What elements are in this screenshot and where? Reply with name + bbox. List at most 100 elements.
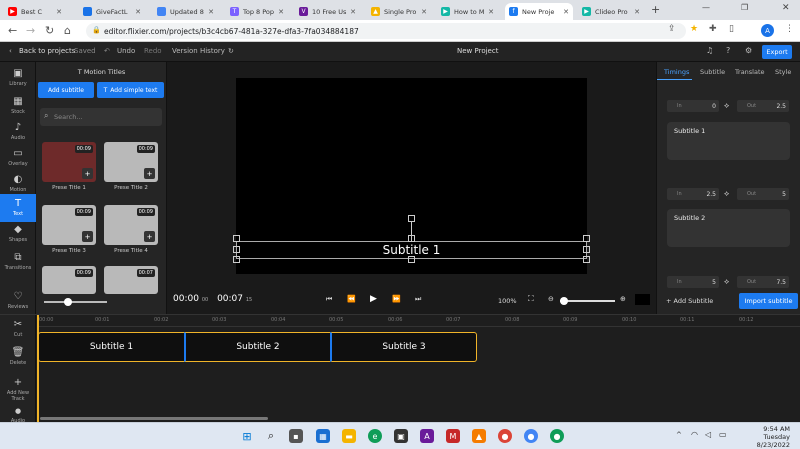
- time-ruler[interactable]: 00:00 00:01 00:02 00:03 00:04 00:05 00:0…: [37, 315, 800, 327]
- home-icon[interactable]: ⌂: [64, 24, 71, 37]
- profile-avatar[interactable]: A: [761, 24, 774, 37]
- rail-item-transitions[interactable]: ⧉ Transitions: [0, 248, 36, 276]
- clock[interactable]: 9:54 AM Tuesday 8/23/2022: [736, 425, 790, 449]
- panel-scroll-thumb[interactable]: [64, 298, 72, 306]
- timeline-clip[interactable]: Subtitle 2: [184, 332, 330, 362]
- cut-tool[interactable]: ✂ Cut: [0, 317, 36, 341]
- redo-button[interactable]: Redo: [144, 47, 162, 55]
- canvas-subtitle-text[interactable]: Subtitle 1: [236, 243, 587, 257]
- rail-item-audio[interactable]: ♪ Audio: [0, 118, 36, 146]
- motion-title-thumb[interactable]: 00:07: [104, 266, 158, 294]
- in-time-input[interactable]: In 2.5: [667, 188, 719, 200]
- extension-icon[interactable]: ✚: [709, 24, 717, 34]
- browser-tab[interactable]: ▶ Best C ✕: [4, 3, 66, 20]
- new-tab-icon[interactable]: +: [651, 3, 660, 16]
- resize-handle[interactable]: [583, 256, 590, 263]
- fullscreen-icon[interactable]: ⛶: [528, 294, 534, 304]
- skip-forward-icon[interactable]: ⏭: [415, 295, 421, 304]
- in-time-input[interactable]: In 5: [667, 276, 719, 288]
- out-time-input[interactable]: Out 2.5: [737, 100, 789, 112]
- in-time-input[interactable]: In 0: [667, 100, 719, 112]
- motion-title-thumb[interactable]: 00:09 +: [42, 142, 96, 182]
- history-icon[interactable]: ↻: [228, 47, 234, 55]
- zoom-slider[interactable]: [560, 300, 615, 302]
- tab-style[interactable]: Style: [775, 68, 791, 76]
- search-input[interactable]: ⌕ Search...: [40, 108, 162, 126]
- rail-item-reviews[interactable]: ♡ Reviews: [0, 287, 36, 315]
- zoom-out-icon[interactable]: ⊖: [548, 295, 554, 303]
- timeline-clip[interactable]: Subtitle 3: [330, 332, 477, 362]
- resize-handle[interactable]: [408, 235, 415, 242]
- motion-title-thumb[interactable]: 00:09 +: [104, 142, 158, 182]
- import-subtitle-button[interactable]: Import subtitle: [739, 293, 798, 309]
- minimize-icon[interactable]: —: [702, 3, 710, 12]
- undo-button[interactable]: Undo: [117, 47, 135, 55]
- tab-timings[interactable]: Timings: [664, 68, 689, 76]
- sidebar-icon[interactable]: ▯: [729, 24, 734, 34]
- subtitle-text-box[interactable]: Subtitle 2: [667, 209, 790, 247]
- chrome-icon[interactable]: ●: [498, 429, 512, 443]
- edge-icon[interactable]: e: [368, 429, 382, 443]
- rewind-icon[interactable]: ⏪: [347, 295, 356, 303]
- add-simple-text-button[interactable]: T Add simple text: [97, 82, 164, 98]
- resize-handle[interactable]: [408, 256, 415, 263]
- share-icon[interactable]: ⇪: [668, 24, 676, 34]
- close-icon[interactable]: ✕: [634, 8, 640, 16]
- browser-tab[interactable]: ▲ Single Pro ✕: [367, 3, 431, 20]
- timeline-clip[interactable]: Subtitle 1: [38, 332, 184, 362]
- close-icon[interactable]: ✕: [278, 8, 284, 16]
- close-icon[interactable]: ✕: [488, 8, 494, 16]
- vlc-icon[interactable]: ▲: [472, 429, 486, 443]
- resize-handle[interactable]: [233, 235, 240, 242]
- mcafee-icon[interactable]: M: [446, 429, 460, 443]
- add-icon[interactable]: +: [82, 231, 93, 242]
- add-track-tool[interactable]: + Add New Track: [0, 375, 36, 405]
- close-icon[interactable]: ✕: [350, 8, 356, 16]
- fast-forward-icon[interactable]: ⏩: [392, 295, 401, 303]
- browser-tab[interactable]: V 10 Free Us ✕: [295, 3, 360, 20]
- delete-tool[interactable]: 🗑 Delete: [0, 345, 36, 369]
- browser-tab[interactable]: ▶ How to M ✕: [437, 3, 498, 20]
- rotate-handle[interactable]: [408, 215, 415, 222]
- speaker-icon[interactable]: ◁: [705, 430, 711, 439]
- url-field[interactable]: 🔒 editor.flixier.com/projects/b3c4cb67-4…: [86, 23, 686, 39]
- add-subtitle-link[interactable]: + Add Subtitle: [666, 297, 713, 305]
- browser-tab[interactable]: GiveFactL ✕: [79, 3, 145, 20]
- timeline-scrollbar[interactable]: [40, 417, 268, 420]
- close-icon[interactable]: ✕: [208, 8, 214, 16]
- close-icon[interactable]: ✕: [421, 8, 427, 16]
- browser-tab[interactable]: ▶ Clideo Pro ✕: [578, 3, 644, 20]
- resize-handle[interactable]: [233, 256, 240, 263]
- browser-tab-active[interactable]: f New Proje ✕: [505, 3, 573, 20]
- add-icon[interactable]: +: [144, 168, 155, 179]
- link-icon[interactable]: ⟡: [724, 101, 729, 111]
- rail-item-stock[interactable]: ▦ Stock: [0, 92, 36, 120]
- link-icon[interactable]: ⟡: [724, 277, 729, 287]
- reload-icon[interactable]: ↻: [45, 24, 54, 37]
- skip-back-icon[interactable]: ⏮: [326, 295, 332, 304]
- playhead[interactable]: [37, 315, 39, 423]
- back-arrow-icon[interactable]: ←: [8, 24, 17, 37]
- add-subtitle-button[interactable]: Add subtitle: [38, 82, 94, 98]
- search-icon[interactable]: ⌕: [264, 429, 278, 443]
- menu-dots-icon[interactable]: ⋮: [785, 24, 794, 34]
- bell-icon[interactable]: ♫: [706, 46, 713, 55]
- project-title[interactable]: New Project: [457, 47, 498, 55]
- export-button[interactable]: Export: [762, 45, 792, 59]
- chevron-up-icon[interactable]: ^: [676, 431, 682, 439]
- motion-title-thumb[interactable]: 00:09 +: [104, 205, 158, 245]
- battery-icon[interactable]: ▭: [719, 430, 727, 439]
- rail-item-shapes[interactable]: ◆ Shapes: [0, 220, 36, 248]
- undo-icon[interactable]: ↶: [104, 47, 110, 55]
- gear-icon[interactable]: ⚙: [745, 46, 752, 55]
- subtitle-text-box[interactable]: Subtitle 1: [667, 122, 790, 160]
- link-icon[interactable]: ⟡: [724, 189, 729, 199]
- resize-handle[interactable]: [583, 235, 590, 242]
- rail-item-overlay[interactable]: ▭ Overlay: [0, 144, 36, 172]
- zoom-level[interactable]: 100%: [498, 297, 517, 305]
- resize-handle[interactable]: [583, 246, 590, 253]
- zoom-slider-thumb[interactable]: [560, 297, 568, 305]
- browser-tab[interactable]: Updated 8 ✕: [153, 3, 218, 20]
- app-icon[interactable]: A: [420, 429, 434, 443]
- tab-subtitle[interactable]: Subtitle: [700, 68, 725, 76]
